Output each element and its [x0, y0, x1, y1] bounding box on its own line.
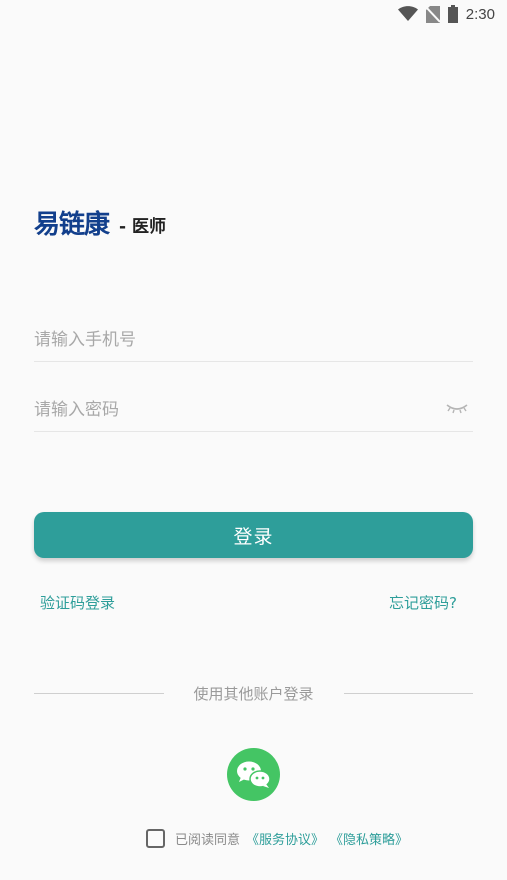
other-login-divider: 使用其他账户登录	[34, 682, 474, 704]
other-login-label: 使用其他账户登录	[193, 684, 314, 703]
battery-icon	[447, 5, 458, 23]
divider-line-left	[34, 692, 164, 694]
app-logo: 易链康 - 医师	[34, 210, 166, 240]
wifi-icon	[397, 6, 418, 21]
agreement-prefix: 已阅读同意	[175, 833, 241, 848]
agreement-checkbox[interactable]	[146, 829, 165, 848]
logo-brand: 易链康	[34, 210, 110, 240]
wechat-login-button[interactable]	[227, 748, 280, 801]
password-input[interactable]	[34, 399, 473, 420]
password-field	[34, 388, 473, 432]
phone-input[interactable]	[34, 329, 473, 350]
forgot-password-link[interactable]: 忘记密码?	[389, 592, 457, 613]
divider-line-right	[343, 692, 474, 694]
status-time: 2:30	[465, 5, 495, 23]
phone-field	[34, 318, 473, 362]
eye-closed-icon[interactable]	[445, 402, 469, 416]
status-bar: 2:30	[0, 0, 507, 28]
no-sim-icon	[425, 5, 440, 23]
agreement-row: 已阅读同意 《服务协议》 《隐私策略》	[146, 829, 408, 848]
login-button[interactable]: 登录	[34, 512, 473, 558]
service-agreement-link[interactable]: 《服务协议》	[246, 829, 324, 848]
privacy-policy-link[interactable]: 《隐私策略》	[330, 829, 408, 848]
wechat-icon	[236, 761, 271, 788]
sms-login-link[interactable]: 验证码登录	[40, 592, 115, 613]
logo-role: - 医师	[119, 217, 166, 237]
